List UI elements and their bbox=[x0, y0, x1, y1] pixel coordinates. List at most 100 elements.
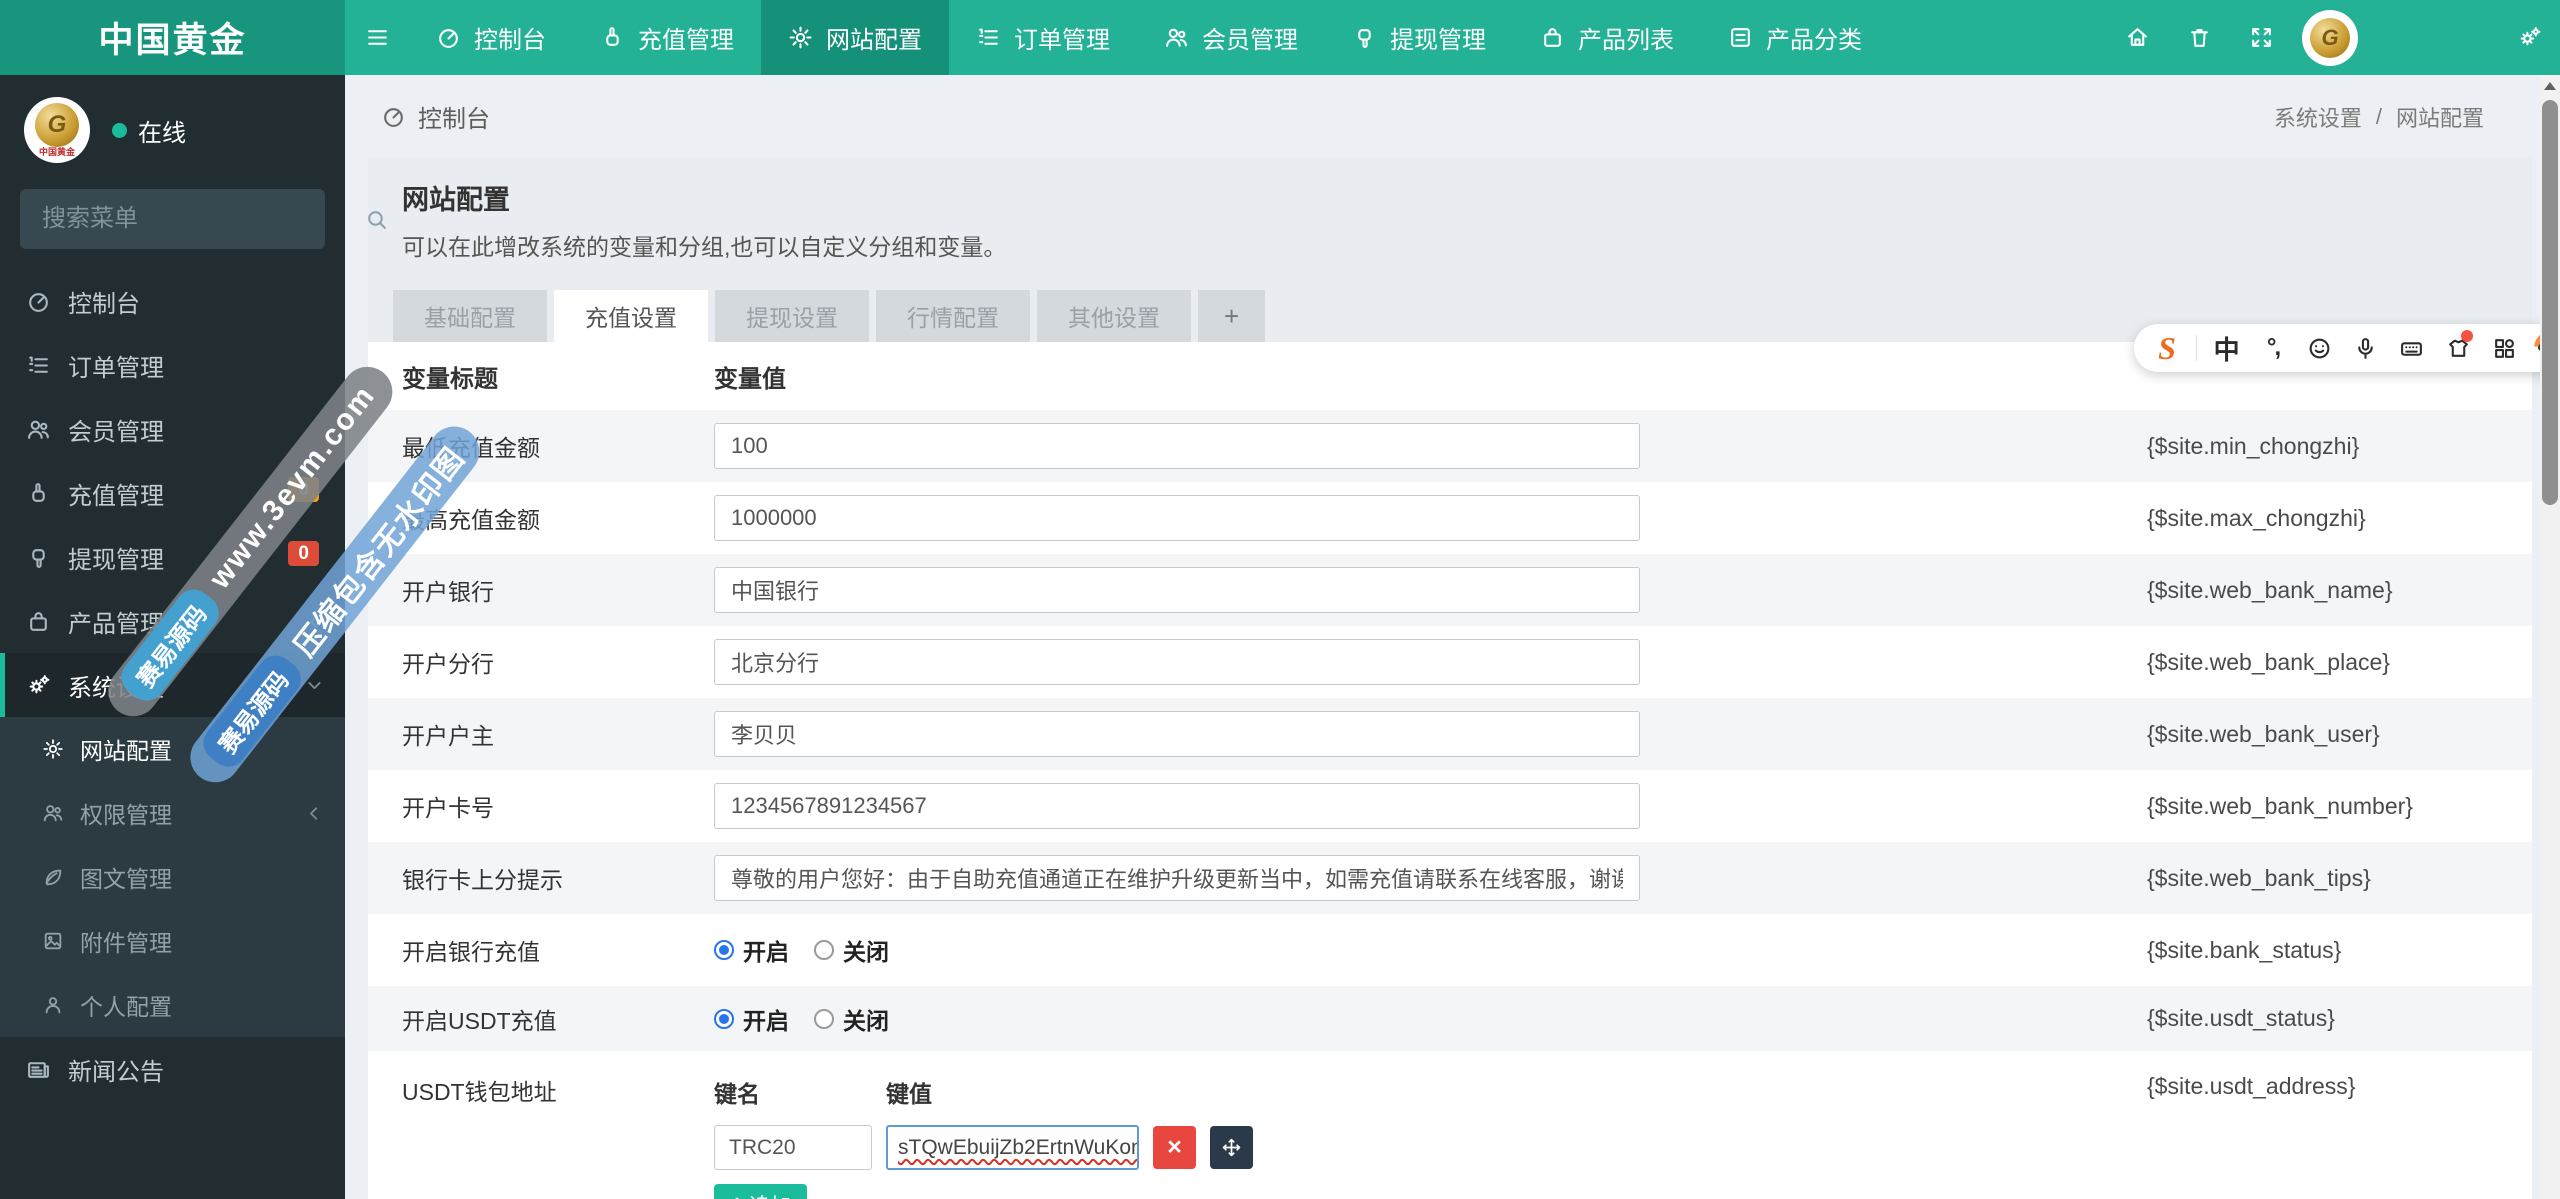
sidebar-subitem-site-config[interactable]: 网站配置 bbox=[0, 717, 345, 781]
scrollbar-thumb[interactable] bbox=[2542, 100, 2558, 505]
page-subtitle: 可以在此增改系统的变量和分组,也可以自定义分组和变量。 bbox=[402, 234, 1007, 260]
breadcrumb-dashboard[interactable]: 控制台 bbox=[418, 99, 490, 134]
user-avatar-button[interactable]: G bbox=[2302, 9, 2358, 66]
sidebar-subitem-articles[interactable]: 图文管理 bbox=[0, 845, 345, 909]
bank-name-input[interactable] bbox=[714, 567, 1640, 613]
nav-item-withdraw[interactable]: 提现管理 bbox=[1325, 0, 1513, 75]
nav-item-site-config[interactable]: 网站配置 bbox=[761, 0, 949, 75]
sidebar-item-orders[interactable]: 订单管理 bbox=[0, 333, 345, 397]
bank-branch-input[interactable] bbox=[714, 639, 1640, 685]
sidebar-item-news[interactable]: 新闻公告 bbox=[0, 1037, 345, 1101]
tab-other-settings[interactable]: 其他设置 bbox=[1037, 290, 1191, 342]
sidebar-subitem-label: 个人配置 bbox=[80, 994, 172, 1020]
max-recharge-input[interactable] bbox=[714, 495, 1640, 541]
row-label: 开户户主 bbox=[402, 723, 494, 749]
min-recharge-input[interactable] bbox=[714, 423, 1640, 469]
nav-item-label: 控制台 bbox=[474, 27, 546, 54]
radio-on-label[interactable]: 开启 bbox=[743, 933, 789, 967]
radio-off[interactable] bbox=[814, 940, 834, 960]
list-box-icon bbox=[1728, 25, 1753, 50]
vertical-scrollbar[interactable] bbox=[2540, 75, 2560, 1199]
top-navbar: 中国黄金 控制台 充值管理 网站配置 订单管理 会员管理 提现管理 产品列表 产… bbox=[0, 0, 2560, 75]
delete-kv-button[interactable]: × bbox=[1153, 1126, 1196, 1169]
nav-item-label: 产品列表 bbox=[1578, 27, 1674, 54]
home-button[interactable] bbox=[2106, 0, 2168, 75]
hand-down-icon bbox=[1352, 25, 1377, 50]
punctuation-icon[interactable]: °, bbox=[2256, 328, 2290, 368]
sidebar-subitem-label: 图文管理 bbox=[80, 866, 172, 892]
voice-input-icon[interactable] bbox=[2349, 328, 2383, 368]
sidebar-item-dashboard[interactable]: 控制台 bbox=[0, 269, 345, 333]
config-row-bank-name: 开户银行 {$site.web_bank_name} bbox=[368, 554, 2532, 626]
card-number-input[interactable] bbox=[714, 783, 1640, 829]
online-status-dot bbox=[112, 122, 127, 138]
row-label: 开启USDT充值 bbox=[402, 1007, 557, 1034]
tab-recharge-settings[interactable]: 充值设置 bbox=[554, 290, 708, 342]
hand-up-icon bbox=[26, 481, 51, 506]
list-ol-icon bbox=[976, 25, 1001, 50]
sogou-logo-icon[interactable]: S bbox=[2150, 328, 2184, 368]
nav-item-members[interactable]: 会员管理 bbox=[1137, 0, 1325, 75]
up-triangle-icon bbox=[2544, 82, 2556, 90]
account-holder-input[interactable] bbox=[714, 711, 1640, 757]
system-settings-submenu: 网站配置 权限管理 图文管理 附件管理 个人配置 bbox=[0, 717, 345, 1037]
chevron-left-icon bbox=[304, 803, 325, 824]
nav-item-product-list[interactable]: 产品列表 bbox=[1513, 0, 1701, 75]
nav-item-dashboard[interactable]: 控制台 bbox=[409, 0, 573, 75]
fullscreen-button[interactable] bbox=[2230, 0, 2292, 75]
skin-icon[interactable] bbox=[2441, 328, 2475, 368]
nav-item-label: 提现管理 bbox=[1390, 27, 1486, 54]
radio-on[interactable] bbox=[714, 940, 734, 960]
radio-on-label[interactable]: 开启 bbox=[743, 1002, 789, 1036]
sidebar-subitem-attachments[interactable]: 附件管理 bbox=[0, 909, 345, 973]
move-kv-button[interactable] bbox=[1210, 1126, 1253, 1169]
virtual-keyboard-icon[interactable] bbox=[2395, 328, 2429, 368]
append-kv-button[interactable]: + 追加 bbox=[714, 1184, 808, 1199]
withdraw-count-badge: 0 bbox=[288, 541, 319, 566]
radio-off-label[interactable]: 关闭 bbox=[843, 1002, 889, 1036]
sidebar-subitem-profile[interactable]: 个人配置 bbox=[0, 973, 345, 1037]
usdt-wallet-value: sTQwEbuijZb2ErtnWuKong bbox=[898, 1135, 1139, 1159]
sidebar-item-label: 新闻公告 bbox=[68, 1058, 164, 1086]
sidebar-item-label: 会员管理 bbox=[68, 418, 164, 446]
kv-value-header: 键值 bbox=[886, 1081, 932, 1107]
person-icon bbox=[42, 994, 64, 1016]
settings-button[interactable] bbox=[2498, 0, 2560, 75]
config-row-bank-tips: 银行卡上分提示 {$site.web_bank_tips} bbox=[368, 842, 2532, 914]
nav-item-orders[interactable]: 订单管理 bbox=[949, 0, 1137, 75]
breadcrumb-parent[interactable]: 系统设置 bbox=[2274, 101, 2362, 133]
menu-search-input[interactable] bbox=[40, 204, 354, 234]
add-tab-button[interactable]: + bbox=[1198, 290, 1266, 342]
nav-item-product-category[interactable]: 产品分类 bbox=[1701, 0, 1889, 75]
radio-off[interactable] bbox=[814, 1008, 834, 1029]
search-icon[interactable] bbox=[364, 207, 389, 232]
dashboard-icon bbox=[381, 104, 406, 129]
cogs-icon bbox=[2517, 25, 2542, 50]
template-variable: {$site.min_chongzhi} bbox=[2147, 432, 2360, 459]
radio-off-label[interactable]: 关闭 bbox=[843, 933, 889, 967]
nav-item-recharge[interactable]: 充值管理 bbox=[573, 0, 761, 75]
sidebar-toggle-button[interactable] bbox=[345, 0, 409, 75]
sidebar-subitem-permissions[interactable]: 权限管理 bbox=[0, 781, 345, 845]
chinese-mode-icon[interactable]: 中 bbox=[2210, 328, 2244, 368]
toolbox-icon[interactable] bbox=[2488, 328, 2522, 368]
avatar-caption: 中国黄金 bbox=[38, 147, 75, 157]
template-variable: {$site.usdt_status} bbox=[2147, 1005, 2335, 1031]
emoji-icon[interactable] bbox=[2302, 328, 2336, 368]
usdt-key-input[interactable] bbox=[714, 1125, 872, 1170]
tab-withdraw-settings[interactable]: 提现设置 bbox=[715, 290, 869, 342]
breadcrumb-trail: 系统设置 / 网站配置 bbox=[2274, 101, 2504, 133]
bank-tips-input[interactable] bbox=[714, 855, 1640, 901]
radio-on[interactable] bbox=[714, 1008, 734, 1029]
sidebar-avatar[interactable]: G 中国黄金 bbox=[24, 97, 90, 163]
tab-market-config[interactable]: 行情配置 bbox=[876, 290, 1030, 342]
brand-logo[interactable]: 中国黄金 bbox=[0, 0, 345, 75]
users-icon bbox=[26, 417, 51, 442]
tab-basic-config[interactable]: 基础配置 bbox=[393, 290, 547, 342]
sidebar-item-withdraw[interactable]: 提现管理 0 bbox=[0, 525, 345, 589]
usdt-wallet-input[interactable]: sTQwEbuijZb2ErtnWuKong bbox=[886, 1125, 1139, 1170]
scrollbar-up-arrow[interactable] bbox=[2540, 75, 2560, 97]
breadcrumb-separator: / bbox=[2375, 103, 2382, 129]
dashboard-icon bbox=[436, 25, 461, 50]
clear-cache-button[interactable] bbox=[2168, 0, 2230, 75]
